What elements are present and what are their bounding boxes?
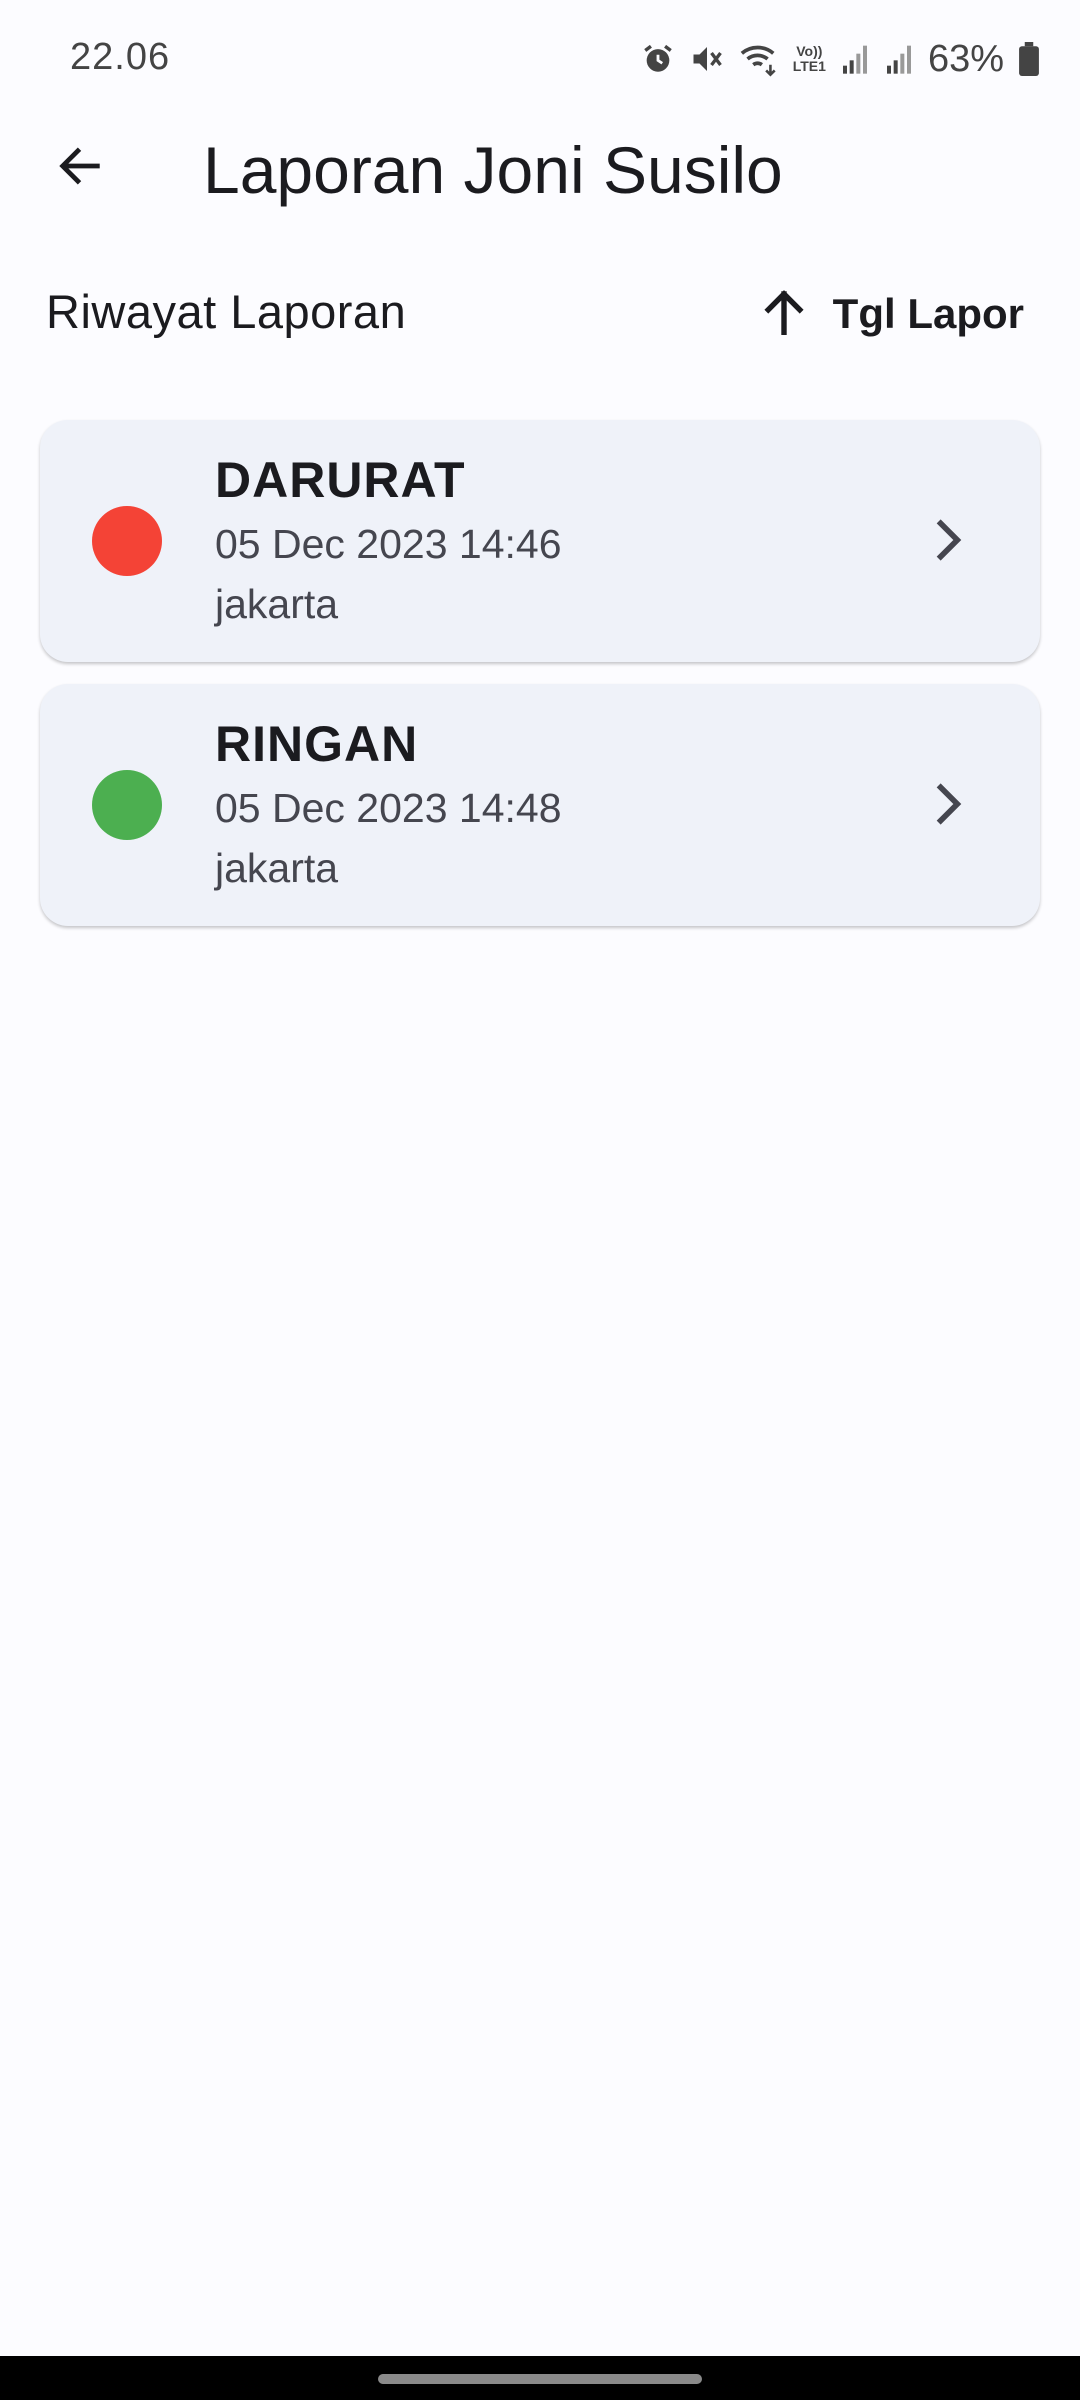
report-card[interactable]: DARURAT 05 Dec 2023 14:46 jakarta (40, 420, 1040, 662)
signal-icon (840, 43, 870, 75)
report-datetime: 05 Dec 2023 14:46 (215, 521, 562, 567)
page-title: Laporan Joni Susilo (203, 133, 783, 207)
network-type-label: Vo)) LTE1 (792, 43, 826, 74)
status-icons: Vo)) LTE1 63% (641, 36, 1040, 82)
report-list: DARURAT 05 Dec 2023 14:46 jakarta RINGAN… (40, 420, 1040, 948)
report-text: DARURAT 05 Dec 2023 14:46 jakarta (215, 450, 562, 634)
report-text: RINGAN 05 Dec 2023 14:48 jakarta (215, 714, 562, 898)
wifi-icon (739, 41, 779, 77)
app-bar: Laporan Joni Susilo (0, 118, 1080, 218)
signal-icon (884, 43, 914, 75)
arrow-back-icon (54, 140, 106, 197)
section-header: Riwayat Laporan Tgl Lapor (0, 270, 1080, 360)
report-location: jakarta (215, 845, 339, 891)
arrow-up-icon (757, 285, 811, 344)
status-bar: 22.06 Vo)) LTE1 63% (0, 0, 1080, 118)
status-dot (92, 506, 162, 576)
back-button[interactable] (40, 128, 120, 208)
battery-icon (1018, 42, 1040, 76)
report-card[interactable]: RINGAN 05 Dec 2023 14:48 jakarta (40, 684, 1040, 926)
report-location: jakarta (215, 581, 339, 627)
chevron-right-icon (920, 512, 976, 568)
sort-button[interactable]: Tgl Lapor (757, 274, 1024, 354)
report-level: DARURAT (215, 452, 466, 508)
status-time: 22.06 (70, 36, 171, 78)
report-datetime: 05 Dec 2023 14:48 (215, 785, 562, 831)
alarm-icon (641, 42, 675, 76)
system-nav-bar (0, 2356, 1080, 2400)
report-level: RINGAN (215, 716, 419, 772)
section-title: Riwayat Laporan (46, 285, 407, 338)
home-indicator[interactable] (378, 2374, 702, 2384)
mute-icon (689, 41, 725, 77)
sort-label: Tgl Lapor (832, 290, 1024, 337)
status-dot (92, 770, 162, 840)
battery-percent: 63% (927, 37, 1004, 80)
chevron-right-icon (920, 776, 976, 832)
